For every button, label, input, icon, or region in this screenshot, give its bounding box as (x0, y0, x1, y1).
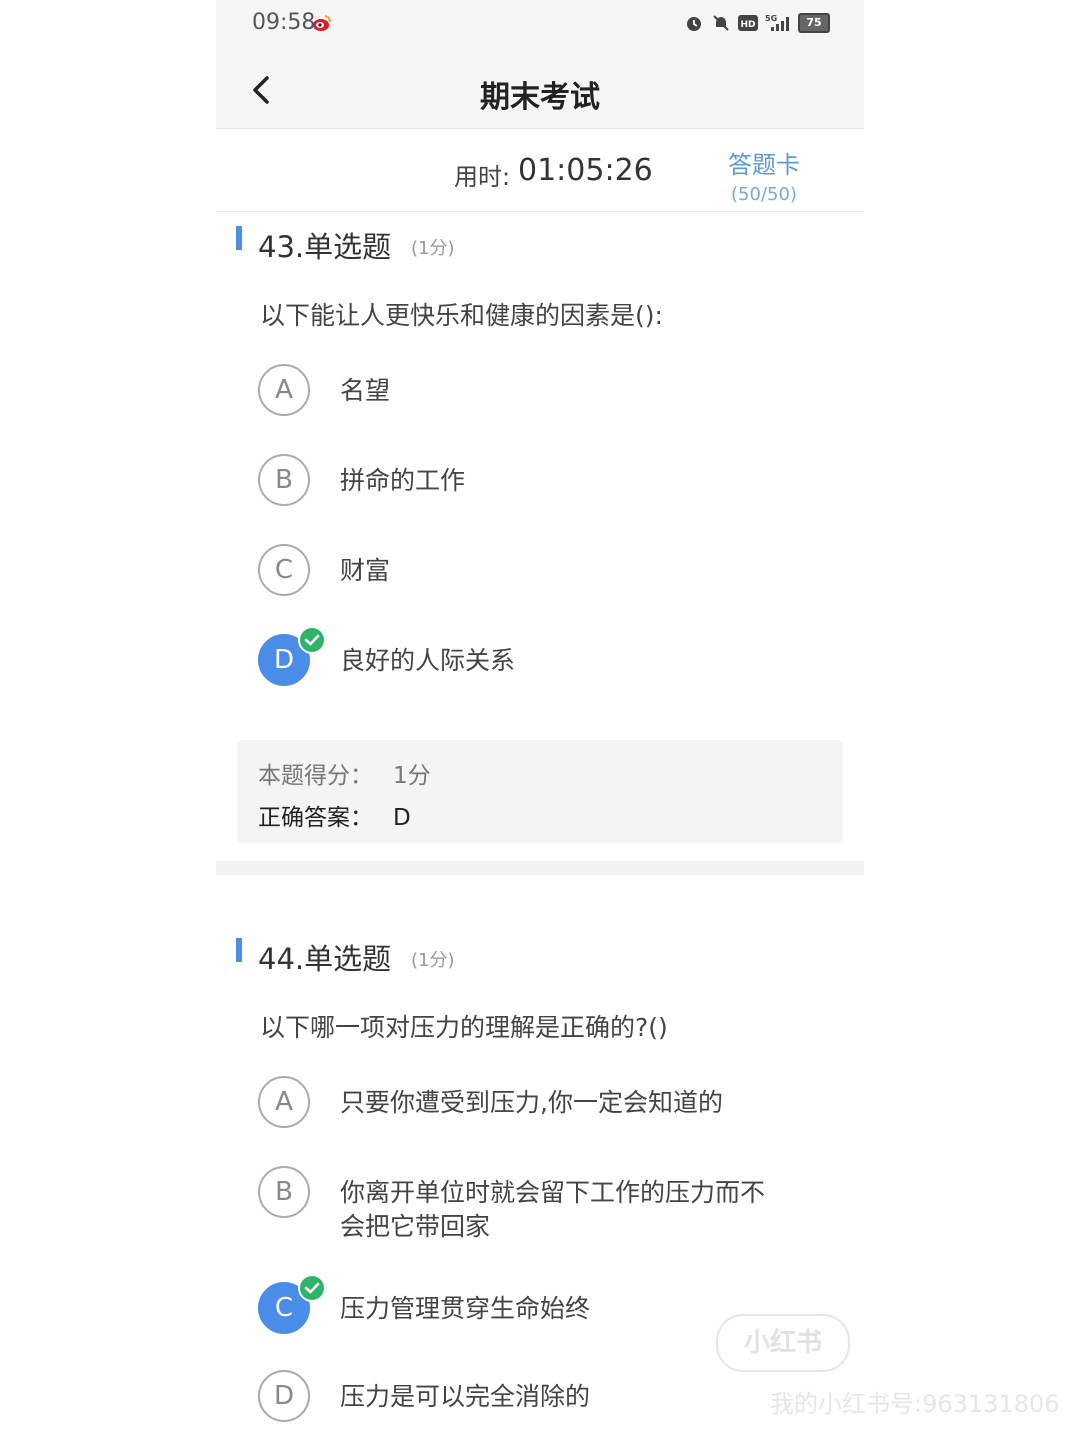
alarm-icon (687, 17, 701, 31)
nav-bar: 期末考试 (216, 52, 864, 129)
check-icon (298, 626, 326, 654)
status-time: 09:58 (252, 10, 316, 35)
result-box: 本题得分： 1分 正确答案： D (237, 740, 843, 843)
svg-text:5G: 5G (765, 14, 777, 23)
correct-answer-row: 正确答案： D (258, 798, 411, 832)
check-icon (298, 1274, 326, 1302)
svg-text:HD: HD (740, 20, 755, 30)
timer-value: 01:05:26 (518, 153, 653, 188)
option-letter: C (258, 544, 310, 596)
option-text: 名望 (340, 376, 391, 405)
answer-card-label: 答题卡 (728, 151, 800, 179)
signal-5g-icon: 5G (765, 14, 789, 31)
timer-label: 用时: (454, 163, 511, 191)
page-title: 期末考试 (480, 80, 600, 115)
option-text-line: 你离开单位时就会留下工作的压力而不 (340, 1178, 766, 1207)
question-text: 以下哪一项对压力的理解是正确的?() (260, 1013, 668, 1042)
question-number: 44.单选题 (258, 942, 392, 976)
status-bar: 09:58 HD 5G 75 (216, 0, 864, 52)
option-text: 你离开单位时就会留下工作的压力而不 会把它带回家 (340, 1176, 765, 1244)
answer-card-count: (50/50) (731, 184, 797, 205)
option-letter: B (258, 454, 310, 506)
option-text: 财富 (340, 556, 391, 585)
option-letter: D (258, 1370, 310, 1422)
question-score: (1分) (411, 238, 455, 259)
option-letter: B (258, 1166, 310, 1218)
option-text: 压力管理贯穿生命始终 (340, 1294, 591, 1323)
correct-answer-label: 正确答案： (258, 805, 373, 831)
section-divider (216, 861, 864, 875)
option-text: 良好的人际关系 (340, 646, 516, 675)
weibo-icon (313, 15, 331, 31)
question-score: (1分) (411, 950, 455, 971)
mute-bell-icon (713, 15, 729, 31)
question-accent-bar (236, 938, 242, 962)
option-text: 压力是可以完全消除的 (340, 1382, 591, 1411)
correct-answer-value: D (393, 805, 411, 831)
hd-icon: HD (738, 15, 758, 31)
watermark-logo: 小红书 (716, 1314, 850, 1372)
option-text: 拼命的工作 (340, 466, 466, 495)
option-letter: A (258, 364, 310, 416)
battery-icon: 75 (798, 13, 830, 33)
timer-row: 用时: 01:05:26 答题卡 (50/50) (216, 129, 864, 212)
question-text: 以下能让人更快乐和健康的因素是(): (260, 301, 663, 330)
option-letter: A (258, 1076, 310, 1128)
question-number: 43.单选题 (258, 230, 392, 264)
phone-screen: 09:58 HD 5G 75 期末考试 用时: 01:05:26 答题卡 (50… (216, 0, 864, 1439)
score-label: 本题得分： (258, 763, 373, 789)
question-accent-bar (236, 226, 242, 250)
option-text: 只要你遭受到压力,你一定会知道的 (340, 1088, 723, 1117)
option-text-line: 会把它带回家 (340, 1212, 491, 1241)
watermark-text: 我的小红书号:963131806 (770, 1390, 1060, 1418)
score-row: 本题得分： 1分 (258, 756, 431, 790)
answer-card-button[interactable]: 答题卡 (50/50) (714, 145, 814, 205)
score-value: 1分 (393, 763, 431, 789)
status-icons: HD 5G 75 (684, 13, 830, 33)
